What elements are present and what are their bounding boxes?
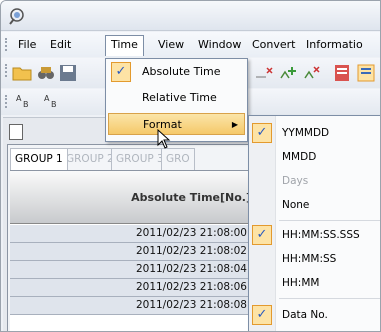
- app-icon: [9, 8, 24, 25]
- format-item-hhmm[interactable]: HH:MM: [249, 272, 380, 294]
- menu-item-label: Relative Time: [142, 91, 217, 104]
- svg-text:A: A: [44, 94, 50, 103]
- delete-x-icon[interactable]: [253, 62, 275, 84]
- format-item-none[interactable]: None: [249, 194, 380, 216]
- format-item-mmdd[interactable]: MMDD: [249, 146, 380, 168]
- menu-item-label: Days: [282, 175, 309, 187]
- check-icon: ✓: [111, 62, 131, 82]
- format-submenu: ✓ YYMMDD MMDD Days None ✓ HH:MM:SS.SSS H…: [248, 115, 380, 331]
- column-header-absolute-time[interactable]: Absolute Time[No.]: [10, 171, 260, 224]
- format-item-data-no[interactable]: ✓ Data No.: [249, 304, 380, 326]
- table-view-icon[interactable]: [355, 62, 377, 84]
- menu-item-label: Data No.: [282, 309, 328, 321]
- menu-item-label: None: [282, 199, 310, 211]
- tab-group-4[interactable]: GRO: [161, 148, 195, 170]
- remove-channel-icon[interactable]: [301, 62, 323, 84]
- app-window: File Edit Time View Window Convert Infor…: [0, 0, 381, 332]
- menu-separator: [279, 220, 380, 221]
- check-icon: ✓: [252, 123, 272, 143]
- list-red-icon[interactable]: [331, 62, 353, 84]
- menubar-grip[interactable]: [5, 38, 8, 51]
- format-item-yymmdd[interactable]: ✓ YYMMDD: [249, 122, 380, 144]
- menu-view[interactable]: View: [153, 36, 189, 54]
- menu-item-label: HH:MM: [282, 277, 320, 289]
- menu-file[interactable]: File: [13, 36, 41, 54]
- title-bar: [1, 1, 380, 31]
- menu-item-absolute-time[interactable]: ✓ Absolute Time: [108, 61, 245, 83]
- menu-item-label: Absolute Time: [142, 65, 221, 78]
- menu-window[interactable]: Window: [193, 36, 246, 54]
- menu-item-label: YYMMDD: [282, 127, 330, 139]
- menu-item-label: HH:MM:SS: [282, 253, 337, 265]
- menu-separator: [279, 298, 380, 299]
- submenu-arrow-icon: ▶: [231, 120, 238, 129]
- check-icon: ✓: [252, 225, 272, 245]
- channel-ab-icon[interactable]: AB: [41, 91, 63, 113]
- menu-item-label: MMDD: [282, 151, 317, 163]
- document-icon[interactable]: [9, 124, 23, 140]
- menu-bar: File Edit Time View Window Convert Infor…: [1, 32, 380, 57]
- menu-edit[interactable]: Edit: [45, 36, 76, 54]
- format-item-hhmmss-sss[interactable]: ✓ HH:MM:SS.SSS: [249, 224, 380, 246]
- table-row[interactable]: 2011/02/23 21:08:06.0: [10, 279, 260, 297]
- table-row[interactable]: 2011/02/23 21:08:00.0: [10, 225, 260, 243]
- tab-group-1[interactable]: GROUP 1: [10, 148, 68, 170]
- menu-time[interactable]: Time: [105, 35, 144, 56]
- toolbar2-grip[interactable]: [5, 95, 8, 108]
- time-menu-dropdown: ✓ Absolute Time Relative Time Format ▶: [105, 58, 248, 142]
- format-item-days: Days: [249, 170, 380, 192]
- table-row[interactable]: 2011/02/23 21:08:02.0: [10, 243, 260, 261]
- open-folder-icon[interactable]: [11, 62, 33, 84]
- format-item-hhmmss[interactable]: HH:MM:SS: [249, 248, 380, 270]
- svg-text:A: A: [16, 94, 22, 103]
- add-channel-icon[interactable]: [277, 62, 299, 84]
- svg-text:B: B: [23, 100, 29, 109]
- svg-text:B: B: [51, 100, 57, 109]
- binoculars-icon[interactable]: [35, 62, 57, 84]
- save-icon[interactable]: [57, 62, 79, 84]
- table-row[interactable]: 2011/02/23 21:08:04.0: [10, 261, 260, 279]
- table-row[interactable]: 2011/02/23 21:08:08.0: [10, 297, 260, 315]
- channel-a-icon[interactable]: AB: [13, 91, 35, 113]
- toolbar-grip[interactable]: [5, 64, 8, 77]
- check-icon: ✓: [252, 305, 272, 325]
- menu-information[interactable]: Informatio: [301, 36, 368, 54]
- menu-item-format[interactable]: Format ▶: [108, 113, 245, 135]
- mouse-cursor-icon: [157, 129, 171, 149]
- menu-item-label: HH:MM:SS.SSS: [282, 229, 360, 241]
- menu-convert[interactable]: Convert: [247, 36, 301, 54]
- menu-item-relative-time[interactable]: Relative Time: [108, 87, 245, 109]
